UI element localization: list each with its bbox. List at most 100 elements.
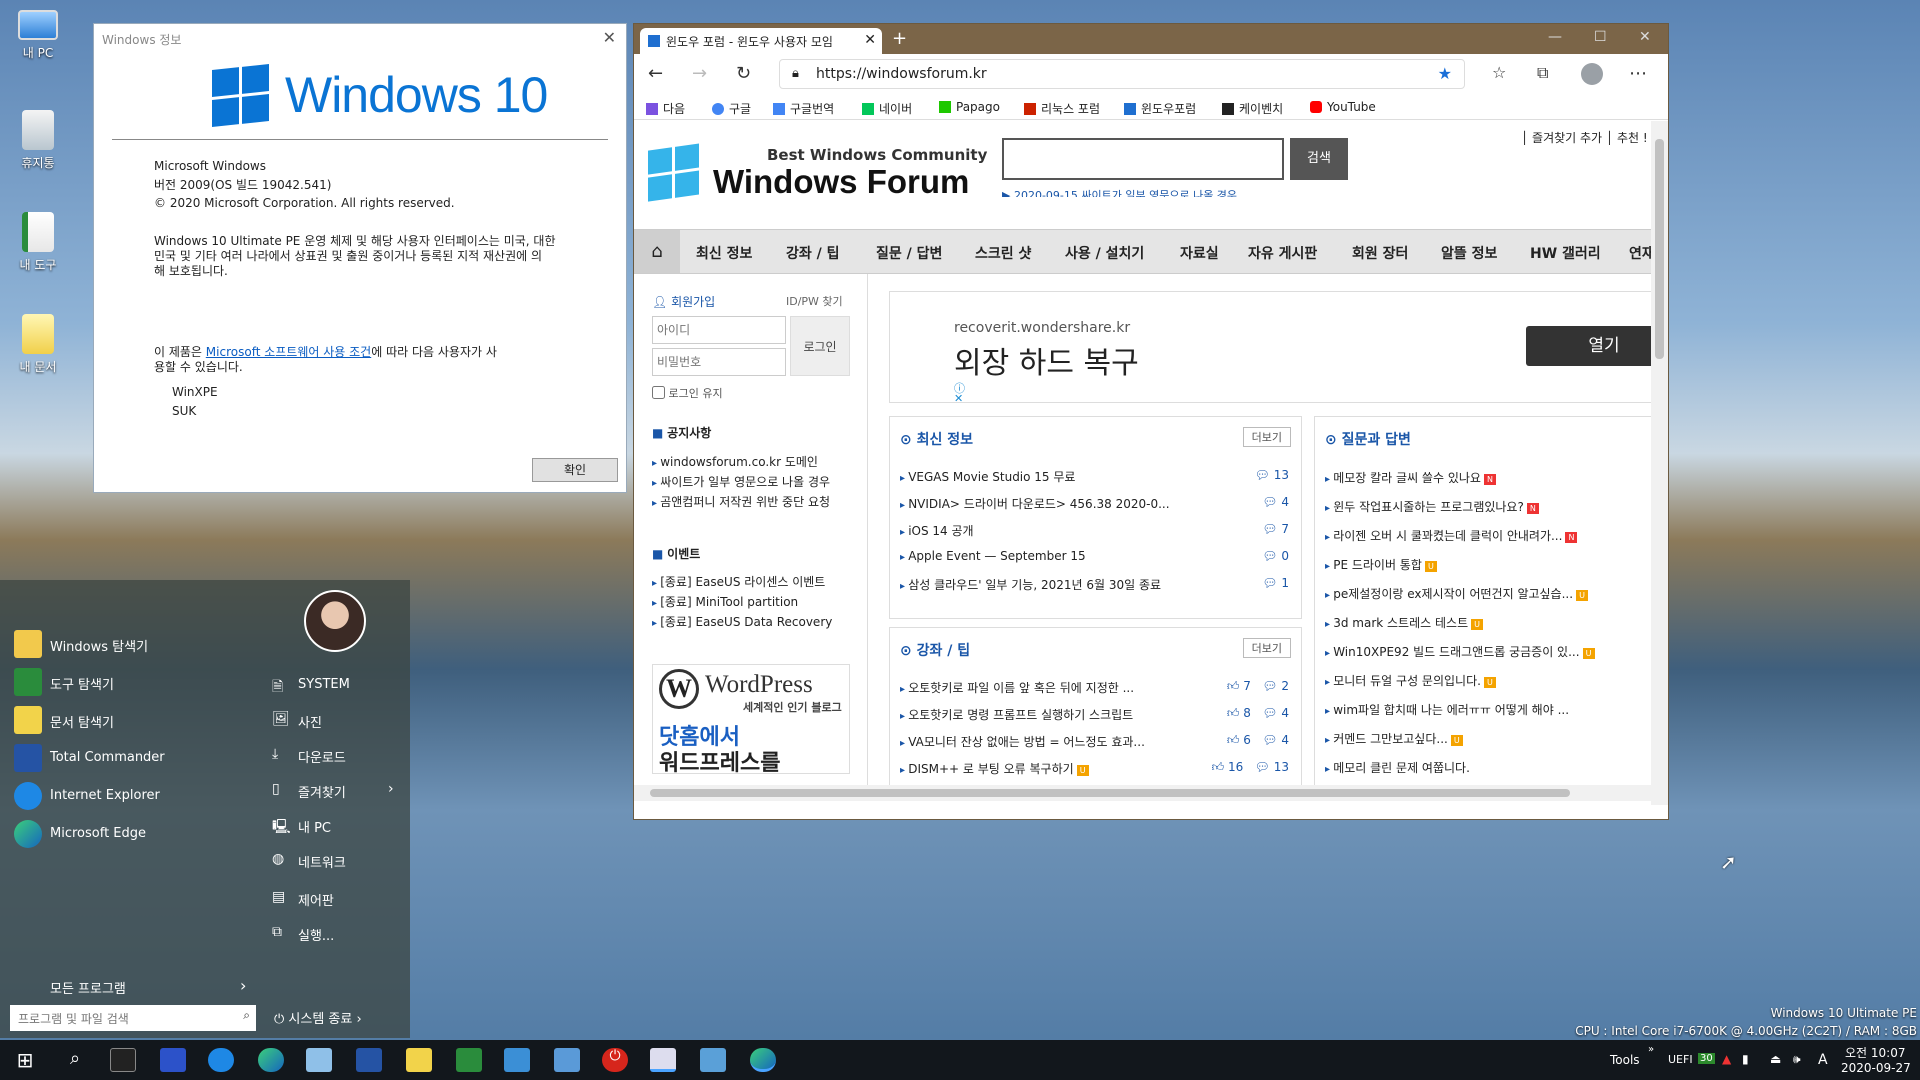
more-button[interactable]: 더보기 (1242, 638, 1291, 658)
floppy-save-icon[interactable] (160, 1048, 186, 1072)
menu-item[interactable]: 알뜰 정보 (1441, 243, 1497, 263)
desktop-icon-my-tools[interactable]: 내 도구 (8, 212, 68, 273)
list-item[interactable]: iOS 14 공개 (900, 522, 973, 539)
menu-item[interactable]: 사용 / 설치기 (1065, 243, 1144, 263)
site-search-input[interactable] (1002, 138, 1284, 180)
dialog-window-icon[interactable] (650, 1048, 676, 1072)
list-item[interactable]: VA모니터 잔상 없애는 방법 = 어느정도 효과... (900, 733, 1145, 750)
menu-item[interactable]: 자료실 (1180, 243, 1219, 263)
scroll-thumb[interactable] (1655, 139, 1664, 359)
user-avatar[interactable] (304, 590, 366, 652)
join-link[interactable]: 👤︎ 회원가입 (652, 293, 715, 310)
wordpress-ad-banner[interactable]: W WordPress 세계적인 인기 블로그 닷홈에서 워드프레스를 (652, 664, 850, 774)
menu-item[interactable]: 강좌 / 팁 (786, 243, 840, 263)
bookmark-linux-forum[interactable]: 리눅스 포럼 (1024, 100, 1100, 117)
network-tray-icon[interactable]: ▮ (1742, 1052, 1749, 1066)
menu-item[interactable]: HW 갤러리 (1530, 243, 1601, 263)
list-item[interactable]: DISM++ 로 부팅 오류 복구하기U (900, 760, 1089, 777)
news-ticker[interactable]: ▶ 2020-09-15 싸이트가 일부 영문으로 나올 경우 (1002, 187, 1237, 197)
refresh-icon[interactable]: ↻ (736, 63, 751, 84)
collections-icon[interactable]: ⧉ (1537, 63, 1548, 83)
start-item-internet-explorer[interactable]: Internet Explorer (50, 788, 160, 803)
list-item[interactable]: 오토핫키로 파일 이름 앞 혹은 뒤에 지정한 ... (900, 679, 1134, 696)
start-item-microsoft-edge[interactable]: Microsoft Edge (50, 826, 146, 841)
tools-toolbar[interactable]: Tools (1610, 1053, 1640, 1067)
edge-icon[interactable] (258, 1048, 284, 1072)
bookmark-youtube[interactable]: YouTube (1310, 100, 1376, 114)
list-item[interactable]: [종료] MiniTool partition (652, 593, 798, 610)
start-item-network[interactable]: 네트워크 (298, 852, 346, 871)
list-item[interactable]: 라이젠 오버 시 쿨꽈켰는데 클럭이 안내려가...N (1325, 527, 1578, 544)
login-pw-input[interactable] (652, 348, 786, 376)
bookmark-google-translate[interactable]: 구글번역 (773, 100, 834, 117)
bookmark-naver[interactable]: 네이버 (862, 100, 912, 117)
ad-banner[interactable]: recoverit.wondershare.kr 외장 하드 복구 열기 ⓘ ✕ (889, 291, 1652, 405)
control-panel-icon[interactable] (700, 1048, 726, 1072)
edge-active-icon[interactable] (750, 1048, 776, 1072)
list-item[interactable]: Win10XPE92 빌드 드래그앤드롭 궁금증이 있...U (1325, 643, 1595, 660)
menu-item[interactable]: 스크린 샷 (975, 243, 1031, 263)
list-item[interactable]: 삼성 클라우드' 일부 기능, 2021년 6월 30일 종료 (900, 576, 1161, 593)
profile-avatar-icon[interactable] (1581, 63, 1603, 85)
maximize-icon[interactable]: ☐ (1594, 29, 1607, 45)
list-item[interactable]: 메모장 칼라 글씨 쓸수 있나요N (1325, 469, 1496, 486)
close-window-icon[interactable]: ✕ (1639, 29, 1651, 45)
search-icon[interactable]: ⌕ (62, 1048, 88, 1072)
start-item-pictures[interactable]: 사진 (298, 712, 322, 731)
site-brand[interactable]: Windows Forum (713, 163, 969, 201)
documents-icon[interactable] (406, 1048, 432, 1072)
start-item-documents-explorer[interactable]: 문서 탐색기 (50, 712, 114, 731)
license-terms-link[interactable]: Microsoft 소프트웨어 사용 조건 (206, 345, 371, 359)
list-item[interactable]: 메모리 클린 문제 여쭙니다. (1325, 759, 1470, 776)
clock-date[interactable]: 2020-09-27 (1841, 1061, 1911, 1075)
ok-button[interactable]: 확인 (532, 458, 618, 482)
list-item[interactable]: wim파일 합치때 나는 에러ㅠㅠ 어떻게 해야 ... (1325, 701, 1569, 718)
bookmark-windows-forum[interactable]: 윈도우포럼 (1124, 100, 1196, 117)
site-search-button[interactable]: 검색 (1290, 138, 1348, 180)
start-item-tools-explorer[interactable]: 도구 탐색기 (50, 674, 114, 693)
internet-explorer-icon[interactable] (208, 1048, 234, 1072)
url-field[interactable]: 🔒︎ https://windowsforum.kr ★ (779, 59, 1465, 89)
chevron-up-icon[interactable]: » (1648, 1044, 1654, 1055)
desktop-icon-my-documents[interactable]: 내 문서 (8, 314, 68, 375)
list-item[interactable]: 곰앤컴퍼니 저작권 위반 중단 요청 (652, 493, 830, 510)
login-id-input[interactable] (652, 316, 786, 344)
start-item-system[interactable]: SYSTEM (298, 677, 350, 692)
list-item[interactable]: 오토핫키로 명령 프롬프트 실행하기 스크립트 (900, 706, 1133, 723)
start-item-control-panel[interactable]: 제어판 (298, 890, 334, 909)
menu-item[interactable]: 연재 (1629, 243, 1652, 263)
favorites-icon[interactable]: ☆ (1492, 63, 1506, 82)
list-item[interactable]: 커멘드 그만보고싶다...U (1325, 730, 1463, 747)
tools-icon[interactable] (456, 1048, 482, 1072)
list-item[interactable]: pe제설정이랑 ex제시작이 어떤건지 알고싶습...U (1325, 585, 1589, 602)
notepad-icon[interactable] (306, 1048, 332, 1072)
bookmark-kbench[interactable]: 케이벤치 (1222, 100, 1283, 117)
list-item[interactable]: PE 드라이버 통합U (1325, 556, 1437, 573)
chevron-right-icon[interactable]: › (240, 976, 246, 995)
list-item[interactable]: [종료] EaseUS Data Recovery (652, 613, 832, 630)
shutdown-button[interactable]: ⏻ 시스템 종료 › (274, 1008, 362, 1027)
desktop-icon-recycle-bin[interactable]: 휴지통 (8, 110, 68, 171)
minimize-icon[interactable]: — (1548, 29, 1562, 45)
more-button[interactable]: 더보기 (1242, 427, 1291, 447)
total-commander-icon[interactable] (356, 1048, 382, 1072)
close-icon[interactable]: ✕ (603, 28, 616, 47)
forward-icon[interactable]: → (692, 63, 707, 84)
list-item[interactable]: [종료] EaseUS 라이센스 이벤트 (652, 573, 825, 590)
start-item-total-commander[interactable]: Total Commander (50, 750, 165, 765)
new-tab-icon[interactable]: + (892, 28, 907, 49)
command-prompt-icon[interactable] (110, 1048, 136, 1072)
top-links[interactable]: │ 즐겨찾기 추가 │ 추천 ! (1521, 129, 1648, 146)
keep-login-checkbox[interactable]: 로그인 유지 (652, 385, 723, 401)
clock-time[interactable]: 오전 10:07 (1845, 1044, 1905, 1061)
more-menu-icon[interactable]: ⋯ (1629, 63, 1647, 84)
list-item[interactable]: NVIDIA> 드라이버 다운로드> 456.38 2020-0... (900, 495, 1169, 512)
start-item-windows-explorer[interactable]: Windows 탐색기 (50, 636, 148, 655)
start-item-downloads[interactable]: 다운로드 (298, 747, 346, 766)
list-item[interactable]: VEGAS Movie Studio 15 무료 (900, 468, 1075, 485)
vertical-scrollbar[interactable] (1651, 121, 1668, 805)
power-icon[interactable]: ⏻ (602, 1048, 628, 1072)
ad-close-icon[interactable]: ✕ (954, 392, 963, 405)
ad-open-button[interactable]: 열기 (1526, 326, 1652, 366)
find-id-pw-link[interactable]: ID/PW 찾기 (786, 293, 843, 309)
